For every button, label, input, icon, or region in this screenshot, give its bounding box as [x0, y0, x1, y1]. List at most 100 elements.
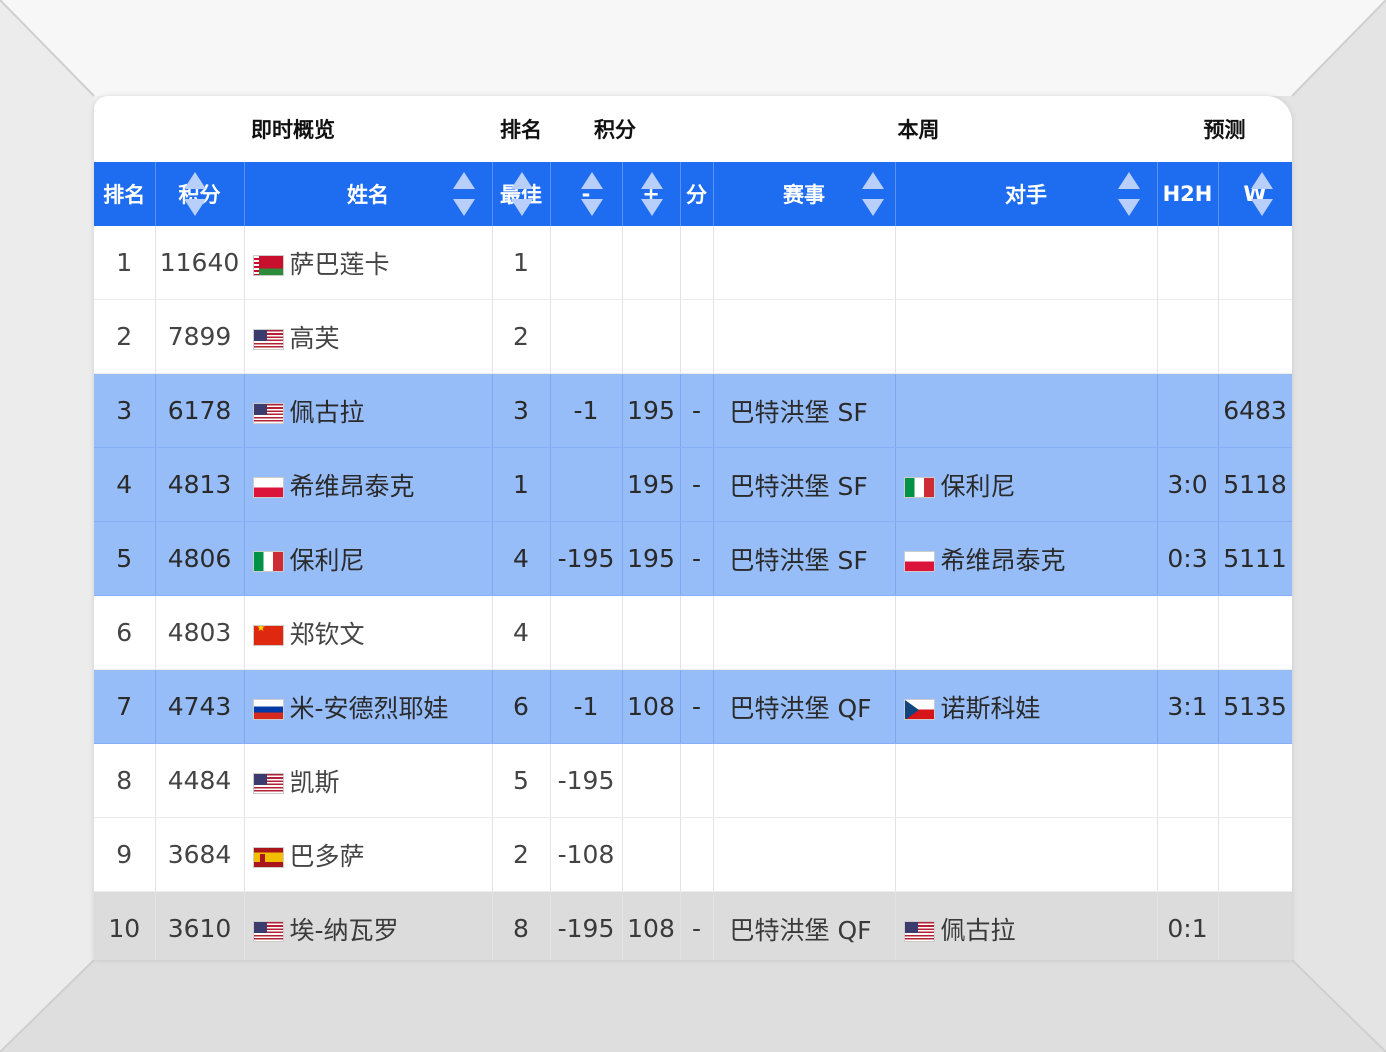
- group-header-points: 积分: [550, 96, 680, 162]
- col-header-w[interactable]: W: [1218, 162, 1292, 226]
- table-row[interactable]: 3 6178 佩古拉 3 -1 195 - 巴特洪堡 SF 6483: [94, 373, 1292, 448]
- sort-icon[interactable]: [639, 172, 663, 216]
- sort-icon[interactable]: [451, 172, 475, 216]
- event-cell: 巴特洪堡 SF: [713, 373, 896, 448]
- table-row[interactable]: 6 4803 郑钦文 4: [94, 595, 1292, 670]
- opponent-cell[interactable]: [895, 299, 1158, 374]
- player-name-cell[interactable]: 佩古拉: [244, 373, 493, 448]
- points-cell: 6178: [155, 373, 245, 448]
- col-header-fen[interactable]: 分: [680, 162, 714, 226]
- player-name-cell[interactable]: 米-安德烈耶娃: [244, 669, 493, 744]
- table-row[interactable]: 8 4484 凯斯 5 -195: [94, 743, 1292, 818]
- event-cell: 巴特洪堡 SF: [713, 447, 896, 522]
- forecast-w-cell: [1218, 226, 1292, 300]
- opponent-cell[interactable]: 佩古拉: [895, 891, 1158, 960]
- table-row[interactable]: 7 4743 米-安德烈耶娃 6 -1 108 - 巴特洪堡 QF 诺斯科娃 3…: [94, 669, 1292, 744]
- rank-cell: 10: [94, 891, 156, 960]
- col-header-rank[interactable]: 排名: [94, 162, 156, 226]
- col-header-points[interactable]: 积分: [155, 162, 245, 226]
- group-header-row: 即时概览 排名 积分 本周 预测: [94, 96, 1292, 162]
- points-cell: 4813: [155, 447, 245, 522]
- col-header-opponent[interactable]: 对手: [895, 162, 1158, 226]
- player-name-cell[interactable]: 埃-纳瓦罗: [244, 891, 493, 960]
- points-minus-cell: -1: [550, 373, 623, 448]
- opponent-cell[interactable]: 保利尼: [895, 447, 1158, 522]
- best-rank-cell: 1: [492, 447, 551, 522]
- rank-cell: 3: [94, 373, 156, 448]
- opponent-cell[interactable]: [895, 743, 1158, 818]
- sort-icon[interactable]: [509, 172, 533, 216]
- opponent-cell[interactable]: [895, 817, 1158, 892]
- points-cell: 4803: [155, 595, 245, 670]
- opponent-cell[interactable]: [895, 373, 1158, 448]
- opponent-flag-icon: [903, 698, 935, 720]
- sort-icon[interactable]: [182, 172, 206, 216]
- opponent-cell[interactable]: 诺斯科娃: [895, 669, 1158, 744]
- points-minus-cell: [550, 299, 623, 374]
- table-row[interactable]: 1 11640 萨巴莲卡 1: [94, 226, 1292, 300]
- points-fen-cell: [680, 226, 714, 300]
- forecast-w-cell: 6483: [1218, 373, 1292, 448]
- forecast-w-cell: 5135: [1218, 669, 1292, 744]
- opponent-cell[interactable]: [895, 226, 1158, 300]
- col-header-event[interactable]: 赛事: [713, 162, 896, 226]
- player-name-cell[interactable]: 保利尼: [244, 521, 493, 596]
- event-cell: 巴特洪堡 QF: [713, 891, 896, 960]
- player-name-cell[interactable]: 希维昂泰克: [244, 447, 493, 522]
- points-minus-cell: [550, 226, 623, 300]
- player-name-cell[interactable]: 郑钦文: [244, 595, 493, 670]
- best-rank-cell: 1: [492, 226, 551, 300]
- event-cell: 巴特洪堡 SF: [713, 521, 896, 596]
- best-rank-cell: 2: [492, 299, 551, 374]
- group-header-rank: 排名: [492, 96, 550, 162]
- col-header-best[interactable]: 最佳: [492, 162, 551, 226]
- points-plus-cell: 195: [622, 447, 681, 522]
- h2h-cell: 3:1: [1157, 669, 1219, 744]
- points-plus-cell: [622, 299, 681, 374]
- player-name-cell[interactable]: 高芙: [244, 299, 493, 374]
- player-name-cell[interactable]: 凯斯: [244, 743, 493, 818]
- table-row[interactable]: 9 3684 巴多萨 2 -108: [94, 817, 1292, 892]
- h2h-cell: [1157, 743, 1219, 818]
- player-name-cell[interactable]: 萨巴莲卡: [244, 226, 493, 300]
- rank-cell: 7: [94, 669, 156, 744]
- col-header-name[interactable]: 姓名: [244, 162, 493, 226]
- player-name-cell[interactable]: 巴多萨: [244, 817, 493, 892]
- table-row[interactable]: 2 7899 高芙 2: [94, 299, 1292, 374]
- country-flag-icon: [252, 328, 284, 350]
- h2h-cell: [1157, 817, 1219, 892]
- event-cell: [713, 299, 896, 374]
- points-fen-cell: [680, 595, 714, 670]
- opponent-cell[interactable]: 希维昂泰克: [895, 521, 1158, 596]
- best-rank-cell: 6: [492, 669, 551, 744]
- col-header-h2h[interactable]: H2H: [1157, 162, 1219, 226]
- group-header-forecast: 预测: [1157, 96, 1292, 162]
- points-plus-cell: 108: [622, 891, 681, 960]
- h2h-cell: [1157, 595, 1219, 670]
- table-row[interactable]: 4 4813 希维昂泰克 1 195 - 巴特洪堡 SF 保利尼 3:0 511…: [94, 447, 1292, 522]
- points-plus-cell: 195: [622, 373, 681, 448]
- sort-icon[interactable]: [1116, 172, 1140, 216]
- points-cell: 7899: [155, 299, 245, 374]
- col-header-plus[interactable]: +: [622, 162, 681, 226]
- opponent-cell[interactable]: [895, 595, 1158, 670]
- sort-icon[interactable]: [860, 172, 884, 216]
- rank-cell: 9: [94, 817, 156, 892]
- sort-icon[interactable]: [1249, 172, 1273, 216]
- country-flag-icon: [252, 920, 284, 942]
- rank-cell: 4: [94, 447, 156, 522]
- best-rank-cell: 2: [492, 817, 551, 892]
- forecast-w-cell: [1218, 299, 1292, 374]
- sort-icon[interactable]: [579, 172, 603, 216]
- points-fen-cell: -: [680, 373, 714, 448]
- points-minus-cell: -1: [550, 669, 623, 744]
- col-header-minus[interactable]: -: [550, 162, 623, 226]
- rank-cell: 5: [94, 521, 156, 596]
- forecast-w-cell: [1218, 743, 1292, 818]
- table-row[interactable]: 5 4806 保利尼 4 -195 195 - 巴特洪堡 SF 希维昂泰克 0:…: [94, 521, 1292, 596]
- event-cell: [713, 817, 896, 892]
- column-header-row: 排名 积分 姓名 最佳 - + 分 赛事 对手 H2H W: [94, 162, 1292, 226]
- best-rank-cell: 4: [492, 595, 551, 670]
- event-cell: 巴特洪堡 QF: [713, 669, 896, 744]
- table-row[interactable]: 10 3610 埃-纳瓦罗 8 -195 108 - 巴特洪堡 QF 佩古拉 0…: [94, 891, 1292, 960]
